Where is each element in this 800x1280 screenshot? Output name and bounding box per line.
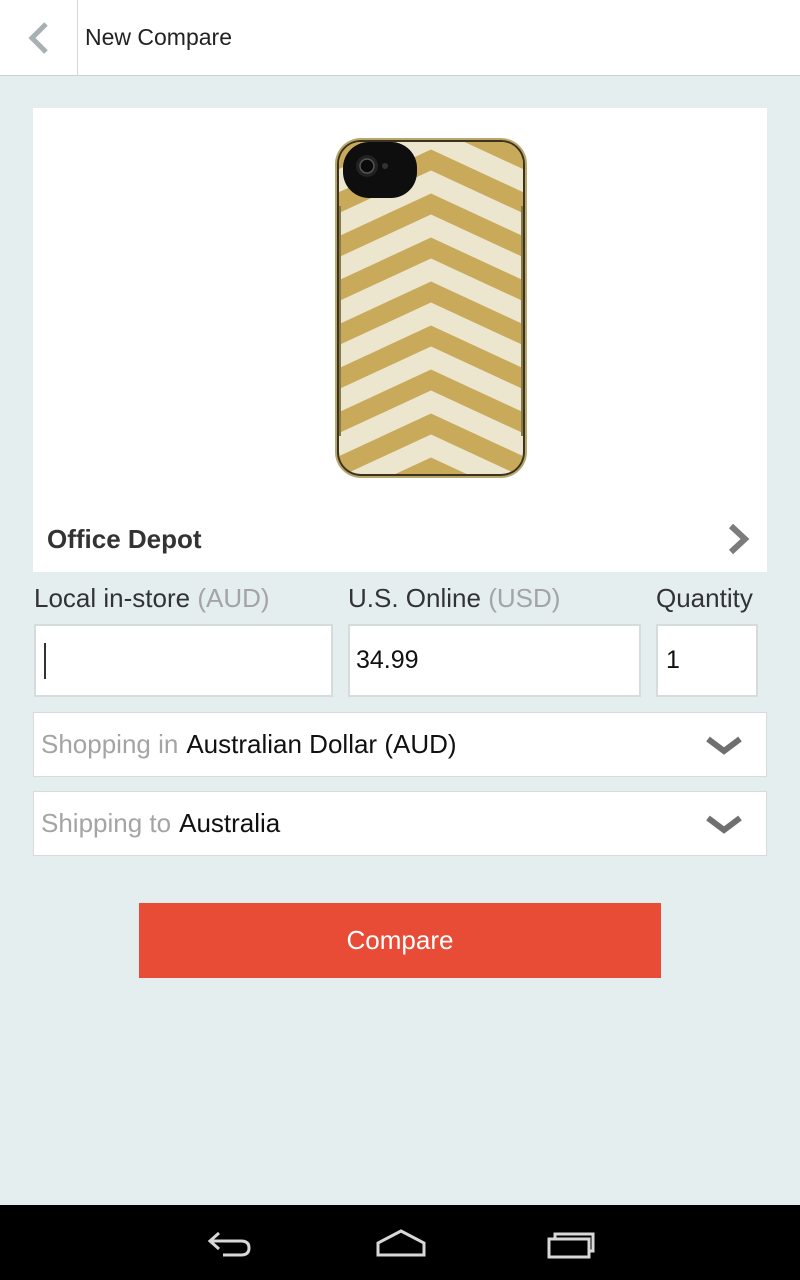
quantity-input[interactable]: 1 — [656, 624, 758, 697]
shipping-select[interactable]: Shipping to Australia — [33, 791, 767, 856]
us-price-label: U.S. Online (USD) — [348, 583, 560, 614]
nav-back-icon[interactable] — [205, 1225, 255, 1261]
chevron-left-icon — [27, 21, 48, 54]
currency-select-prefix: Shopping in — [41, 729, 179, 759]
app-root: New Compare Office Depot Local in-store … — [0, 0, 800, 1280]
back-button[interactable] — [0, 0, 78, 76]
compare-button[interactable]: Compare — [139, 903, 661, 978]
us-price-input[interactable]: 34.99 — [348, 624, 641, 697]
chevron-right-icon[interactable] — [723, 522, 753, 556]
currency-select[interactable]: Shopping in Australian Dollar (AUD) — [33, 712, 767, 777]
product-image — [335, 138, 527, 478]
us-price-value: 34.99 — [356, 646, 419, 674]
nav-recent-apps-icon[interactable] — [546, 1225, 596, 1261]
shipping-select-value: Australia — [179, 808, 281, 838]
shipping-select-prefix: Shipping to — [41, 808, 172, 838]
us-price-unit: (USD) — [488, 583, 561, 613]
store-name: Office Depot — [47, 524, 202, 554]
local-price-unit: (AUD) — [197, 583, 270, 613]
local-price-label-text: Local in-store — [34, 583, 191, 613]
text-cursor — [44, 642, 46, 679]
page-title: New Compare — [85, 24, 232, 50]
local-price-input[interactable] — [34, 624, 333, 697]
local-price-label: Local in-store (AUD) — [34, 583, 270, 614]
product-card[interactable]: Office Depot — [33, 108, 767, 572]
nav-home-icon[interactable] — [374, 1225, 428, 1261]
quantity-label: Quantity — [656, 583, 753, 613]
quantity-value: 1 — [666, 646, 680, 674]
us-price-label-text: U.S. Online — [348, 583, 481, 613]
top-bar: New Compare — [0, 0, 800, 76]
currency-select-value: Australian Dollar (AUD) — [186, 729, 457, 759]
system-nav-bar — [0, 1205, 800, 1280]
chevron-down-icon — [706, 815, 742, 834]
chevron-down-icon — [706, 736, 742, 755]
